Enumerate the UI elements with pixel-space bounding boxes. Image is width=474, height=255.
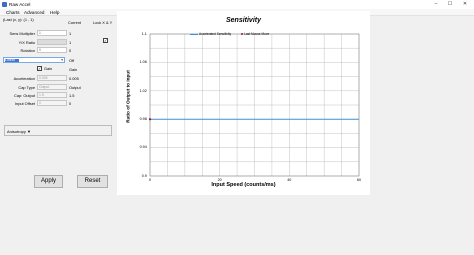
window-title: Raw Accel	[9, 2, 31, 7]
legend-series-accelerated: Accelerated Sensitivity	[199, 32, 232, 36]
title-bar: Raw Accel – ☐ ✕	[0, 0, 474, 9]
column-lock-header: Lock X & Y	[93, 20, 113, 25]
lock-xy-checkbox[interactable]	[103, 38, 108, 43]
legend-line-swatch	[190, 33, 198, 35]
last-mouse-move-point	[148, 118, 152, 121]
acceleration-input[interactable]: 0.005	[37, 75, 67, 81]
legend-series-last-move: Last Mouse Move	[244, 32, 270, 36]
gain-current: Gain	[69, 67, 78, 72]
y-axis-title: Ratio of Output to Input	[125, 70, 131, 123]
x-axis-title: Input Speed (counts/ms)	[211, 182, 276, 188]
acceleration-label: Acceleration	[13, 76, 35, 81]
legend-point-swatch	[241, 33, 244, 36]
accel-mode-value: Linear	[5, 58, 15, 62]
cap-output-current: 1.5	[69, 93, 75, 98]
x-tick-label: 0	[148, 178, 151, 182]
app-icon	[2, 2, 7, 7]
sensitivity-chart: Sensitivity Accelerated Sensitivity Last …	[117, 11, 370, 195]
rotation-label: Rotation	[20, 48, 36, 53]
chart-title: Sensitivity	[225, 17, 261, 24]
input-offset-input[interactable]: 0	[37, 100, 67, 106]
last-xy-readout: (Last (x, y): (1 , 1)	[3, 17, 34, 22]
anisotropy-label: Anisotropy ▼	[7, 129, 31, 134]
accel-mode-dropdown[interactable]: Linear ▾	[3, 57, 65, 63]
y-tick-label: 1.02	[139, 88, 147, 93]
accel-mode-current: Off	[69, 58, 75, 63]
chart-canvas	[148, 33, 360, 177]
sens-multiplier-input[interactable]: 1	[37, 30, 67, 36]
column-current-header: Current	[68, 20, 81, 25]
gain-label: Gain	[44, 66, 53, 71]
menu-help[interactable]: Help	[50, 10, 59, 15]
chart-legend: Accelerated Sensitivity Last Mouse Move	[190, 32, 269, 36]
apply-button[interactable]: Apply	[34, 175, 63, 188]
cap-output-input[interactable]: 1.5	[37, 92, 67, 98]
x-tick-label: 40	[287, 178, 292, 182]
sens-multiplier-label: Sens Multiplier	[9, 31, 35, 36]
menu-advanced[interactable]: Advanced	[24, 10, 44, 15]
rotation-current: 0	[69, 48, 72, 53]
reset-button[interactable]: Reset	[77, 175, 108, 188]
minimize-button[interactable]: –	[430, 1, 442, 8]
yx-ratio-input	[37, 39, 67, 45]
cap-type-input[interactable]: Output	[37, 84, 67, 90]
rotation-input[interactable]: 0	[37, 47, 67, 53]
y-tick-label: 0.98	[139, 117, 147, 121]
anisotropy-expander[interactable]: Anisotropy ▼	[4, 125, 112, 136]
input-offset-label: Input Offset	[14, 101, 35, 106]
y-tick-label: 1.06	[139, 60, 147, 65]
y-tick-label: 0.94	[139, 145, 147, 150]
sens-multiplier-current: 1	[69, 31, 72, 36]
y-tick-label: 1.1	[141, 31, 147, 36]
gain-checkbox[interactable]	[37, 66, 42, 71]
close-button[interactable]: ✕	[459, 1, 471, 8]
y-tick-label: 0.9	[141, 173, 147, 178]
yx-ratio-current: 1	[69, 40, 72, 45]
chevron-down-icon: ▾	[61, 58, 63, 62]
yx-ratio-label: Y/X Ratio	[18, 40, 35, 45]
maximize-button[interactable]: ☐	[444, 1, 456, 8]
acceleration-current: 0.005	[69, 76, 79, 81]
x-tick-label: 20	[217, 178, 222, 182]
cap-type-current: Output	[69, 85, 81, 90]
menu-charts[interactable]: Charts	[6, 10, 20, 15]
x-tick-label: 60	[356, 178, 361, 182]
input-offset-current: 0	[69, 101, 72, 106]
cap-type-label: Cap Type	[18, 85, 35, 90]
cap-output-label: Cap: Output	[14, 93, 35, 98]
